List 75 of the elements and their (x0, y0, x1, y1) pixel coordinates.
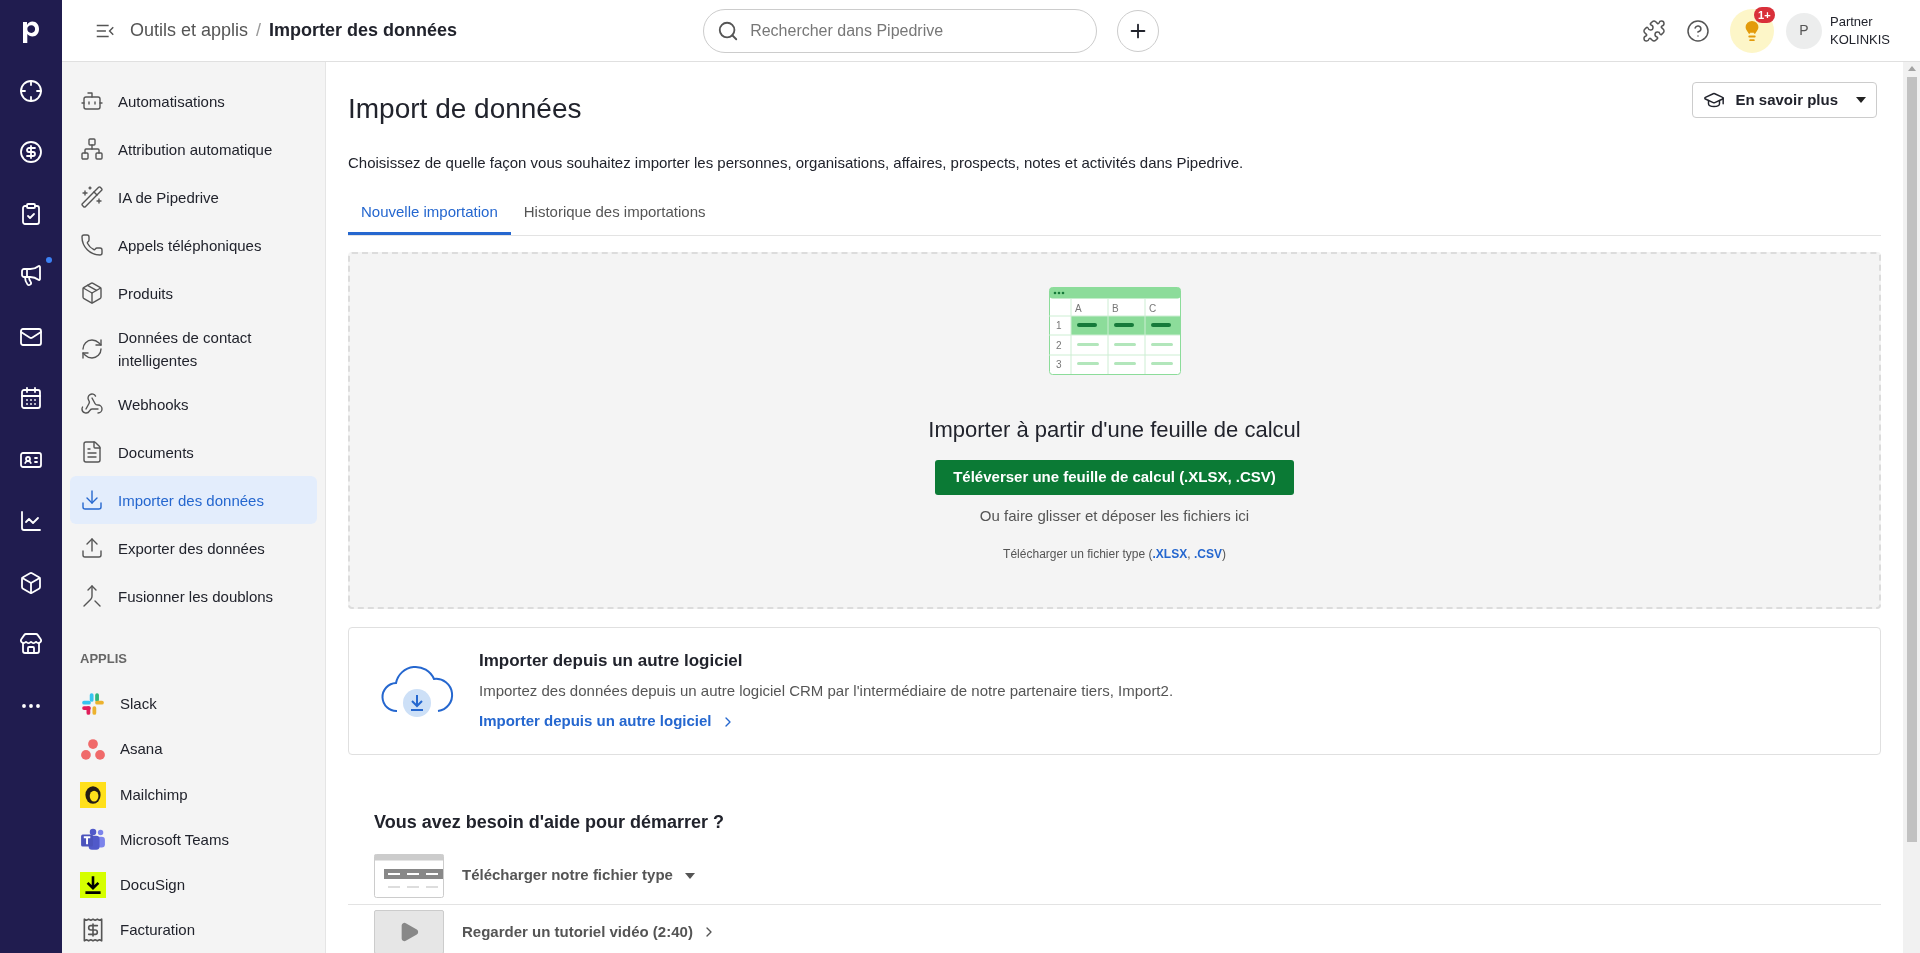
sidebar-item[interactable]: Données de contact intelligentes (70, 317, 317, 381)
breadcrumb-current: Importer des données (269, 19, 458, 42)
sidebar-item[interactable]: Exporter des données (70, 524, 317, 573)
sidebar-item[interactable]: Importer des données (70, 476, 317, 525)
sync-icon (80, 336, 104, 361)
notification-badge: 1+ (1754, 6, 1775, 23)
sidebar-item[interactable]: Slack (70, 681, 317, 727)
help-heading: Vous avez besoin d'aide pour démarrer ? (374, 810, 726, 834)
upload-icon (80, 536, 104, 561)
sidebar-item[interactable]: Asana (70, 726, 317, 773)
phone-icon (80, 233, 104, 257)
search-field[interactable]: Rechercher dans Pipedrive (703, 8, 1098, 53)
breadcrumb-link[interactable]: Outils et applis (130, 17, 249, 44)
drag-drop-hint: Ou faire glisser et déposer les fichiers ici (979, 505, 1250, 526)
puzzle-icon[interactable] (1642, 18, 1667, 43)
help-link[interactable]: Télécharger notre fichier type (462, 864, 695, 887)
card-title: Importer depuis un autre logiciel (479, 650, 744, 673)
dollar-icon[interactable] (19, 140, 43, 165)
clipboard-check-icon[interactable] (19, 201, 43, 226)
sidebar-item[interactable]: Produits (70, 269, 317, 317)
help-icon[interactable] (1686, 18, 1711, 43)
sidebar-item[interactable]: Documents (70, 428, 317, 477)
sidebar-item[interactable]: Facturation (70, 907, 317, 953)
upload-spreadsheet-button[interactable]: Téléverser une feuille de calcul (.XLSX, .CSV) (935, 459, 1294, 495)
megaphone-icon[interactable] (19, 263, 43, 288)
sidebar-item[interactable]: Appels téléphoniques (70, 221, 317, 269)
page-title: Import de données (348, 92, 582, 126)
magic-wand-icon (80, 185, 104, 209)
spreadsheet-thumbnail (374, 853, 444, 898)
store-icon[interactable] (19, 632, 43, 657)
sidebar-item[interactable]: Fusionner les doublons (70, 572, 317, 621)
dropzone[interactable]: A B C 1 2 3 Importer à partir d'une feuille de calcul Téléverser une feuille de calcul (.XLSX, .CSV) Ou faire glisser et déposer les fichiers ici Télécharger un fichier type (.XLSX, .CSV) (348, 251, 1881, 609)
learn-more-button[interactable]: En savoir plus (1692, 82, 1877, 118)
docusign-logo-icon (80, 872, 106, 899)
box-icon (80, 281, 104, 305)
sidebar-item[interactable]: Automatisations (70, 77, 317, 125)
scrollbar[interactable] (1903, 62, 1920, 953)
hierarchy-icon (80, 137, 104, 161)
search-icon (717, 19, 740, 42)
section-heading: APPLIS (79, 650, 128, 669)
scrollbar-thumb[interactable] (1906, 77, 1917, 842)
company-name: KOLINKIS (1830, 30, 1890, 49)
user-name: Partner (1830, 12, 1874, 31)
breadcrumb-separator: / (256, 19, 262, 42)
dropzone-heading: Importer à partir d'une feuille de calcul (928, 415, 1301, 444)
slack-logo-icon (80, 691, 106, 718)
calendar-icon[interactable] (19, 386, 43, 411)
box-icon[interactable] (19, 570, 43, 595)
tips-button[interactable] (1730, 8, 1775, 53)
robot-icon (80, 89, 104, 113)
template-download-note: Télécharger un fichier type (.XLSX, .CSV) (1003, 546, 1226, 563)
download-icon (80, 488, 104, 513)
user-avatar[interactable]: P (1786, 12, 1823, 49)
sidebar-item[interactable]: Attribution automatique (70, 125, 317, 173)
dropdown-caret-icon (1856, 97, 1866, 103)
import-link[interactable]: Importer depuis un autre logiciel (479, 710, 1174, 733)
sidebar-item[interactable]: DocuSign (70, 862, 317, 908)
sidebar-item[interactable]: Microsoft Teams (70, 817, 317, 863)
teams-logo-icon (80, 827, 106, 853)
webhook-icon (80, 392, 104, 417)
sidebar-item[interactable]: IA de Pipedrive (70, 173, 317, 221)
sidebar-item[interactable]: Mailchimp (70, 772, 317, 818)
sidebar-item[interactable]: Webhooks (70, 380, 317, 429)
help-link[interactable]: Regarder un tutoriel vidéo (2:40) (462, 920, 717, 944)
chart-line-icon[interactable] (19, 509, 43, 534)
asana-logo-icon (80, 736, 106, 763)
file-format-link[interactable]: .CSV (1193, 547, 1222, 561)
page-description: Choisissez de quelle façon vous souhaitez importer les personnes, organisations, affaires, prospects, notes et activités dans Pipedrive. (348, 153, 1245, 173)
spreadsheet-illustration: A B C 1 2 3 (1048, 286, 1181, 375)
card-description: Importez des données depuis un autre logiciel CRM par l'intermédiaire de notre partenaire tiers, Import2. (479, 680, 1174, 701)
dropdown-caret-icon (684, 872, 695, 879)
tab[interactable]: Historique des importations (510, 192, 719, 235)
document-icon (80, 440, 104, 465)
target-icon[interactable] (19, 78, 43, 103)
tab[interactable]: Nouvelle importation (348, 192, 511, 235)
